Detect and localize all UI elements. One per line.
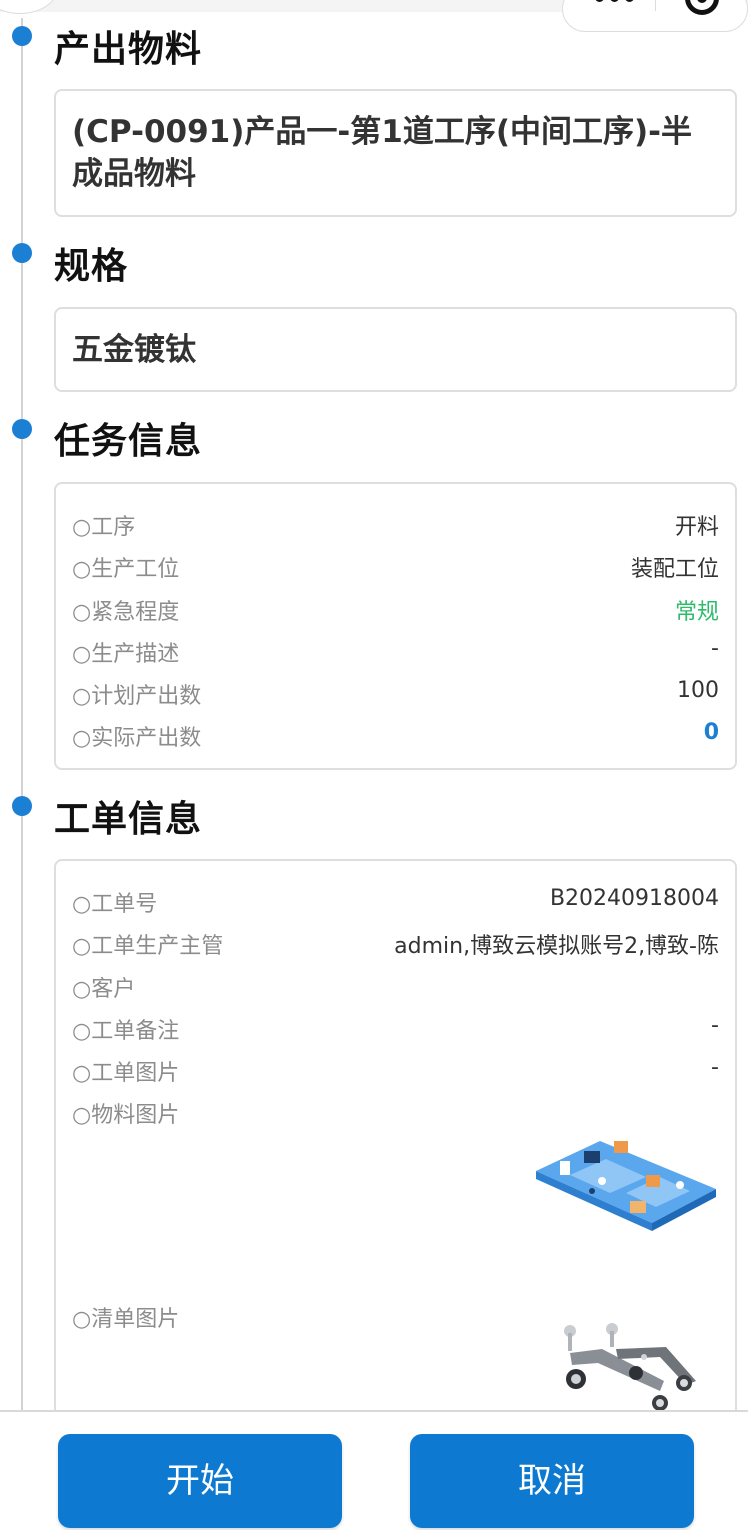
row-value: 装配工位 — [630, 557, 719, 582]
row-value: admin,博致云模拟账号2,博致-陈 — [394, 934, 719, 959]
row-label: ○实际产出数 — [72, 726, 202, 751]
mini-program-capsule — [562, 0, 748, 32]
task-row-description: ○生产描述 - — [72, 636, 719, 667]
capsule-target-icon[interactable] — [685, 0, 719, 15]
task-info-title: 任务信息 — [54, 421, 203, 462]
timeline-dot — [12, 243, 32, 263]
spec-title: 规格 — [54, 246, 129, 287]
output-material-box: (CP-0091)产品一-第1道工序(中间工序)-半成品物料 — [54, 89, 737, 217]
actual-output-value: 0 — [703, 720, 719, 745]
row-label: ○客户 — [72, 977, 136, 1002]
capsule-divider — [655, 0, 656, 11]
row-label: ○工单图片 — [72, 1061, 180, 1086]
task-row-station: ○生产工位 装配工位 — [72, 551, 719, 582]
timeline-dot — [12, 26, 32, 46]
row-label: ○工单号 — [72, 892, 158, 917]
material-image[interactable] — [530, 1131, 722, 1233]
task-row-planned-output: ○计划产出数 100 — [72, 678, 719, 709]
timeline-dot — [12, 796, 32, 816]
spec-value: 五金镀钛 — [72, 332, 196, 368]
row-label: ○生产工位 — [72, 557, 180, 582]
timeline-dot — [12, 419, 32, 439]
spec-box: 五金镀钛 — [54, 307, 737, 392]
bottom-action-bar: 开始 取消 — [0, 1410, 748, 1530]
task-row-process: ○工序 开料 — [72, 509, 719, 540]
row-label: ○工序 — [72, 515, 136, 540]
order-row-customer: ○客户 — [72, 971, 719, 1002]
output-material-value: (CP-0091)产品一-第1道工序(中间工序)-半成品物料 — [72, 114, 693, 192]
order-row-supervisor: ○工单生产主管 admin,博致云模拟账号2,博致-陈 — [72, 928, 719, 959]
order-row-image: ○工单图片 - — [72, 1055, 719, 1086]
row-value: - — [711, 1013, 719, 1038]
row-value: - — [711, 1055, 719, 1080]
row-value: 100 — [677, 678, 719, 703]
more-dots-icon[interactable] — [595, 0, 635, 3]
order-info-box: ○工单号 B20240918004 ○工单生产主管 admin,博致云模拟账号2… — [54, 859, 737, 1459]
row-label: ○清单图片 — [72, 1307, 180, 1332]
row-label: ○工单生产主管 — [72, 934, 224, 959]
output-material-title: 产出物料 — [54, 29, 203, 70]
row-label: ○计划产出数 — [72, 684, 202, 709]
task-row-urgency: ○紧急程度 常规 — [72, 594, 719, 625]
task-info-box: ○工序 开料 ○生产工位 装配工位 ○紧急程度 常规 ○生产描述 - ○计划产出… — [54, 482, 737, 770]
urgency-badge: 常规 — [674, 600, 719, 625]
row-label: ○紧急程度 — [72, 600, 180, 625]
timeline-line — [21, 18, 23, 1413]
start-button[interactable]: 开始 — [58, 1434, 342, 1528]
row-label: ○物料图片 — [72, 1103, 180, 1128]
bom-image[interactable] — [556, 1319, 706, 1411]
cancel-button[interactable]: 取消 — [410, 1434, 694, 1528]
row-value: B20240918004 — [549, 886, 719, 911]
row-label: ○工单备注 — [72, 1019, 180, 1044]
row-label: ○生产描述 — [72, 642, 180, 667]
order-row-material-image: ○物料图片 — [72, 1097, 719, 1128]
order-info-title: 工单信息 — [54, 799, 203, 840]
order-row-remark: ○工单备注 - — [72, 1013, 719, 1044]
row-value: 开料 — [674, 515, 719, 540]
row-value: - — [711, 636, 719, 661]
order-row-number: ○工单号 B20240918004 — [72, 886, 719, 917]
task-row-actual-output: ○实际产出数 0 — [72, 720, 719, 751]
